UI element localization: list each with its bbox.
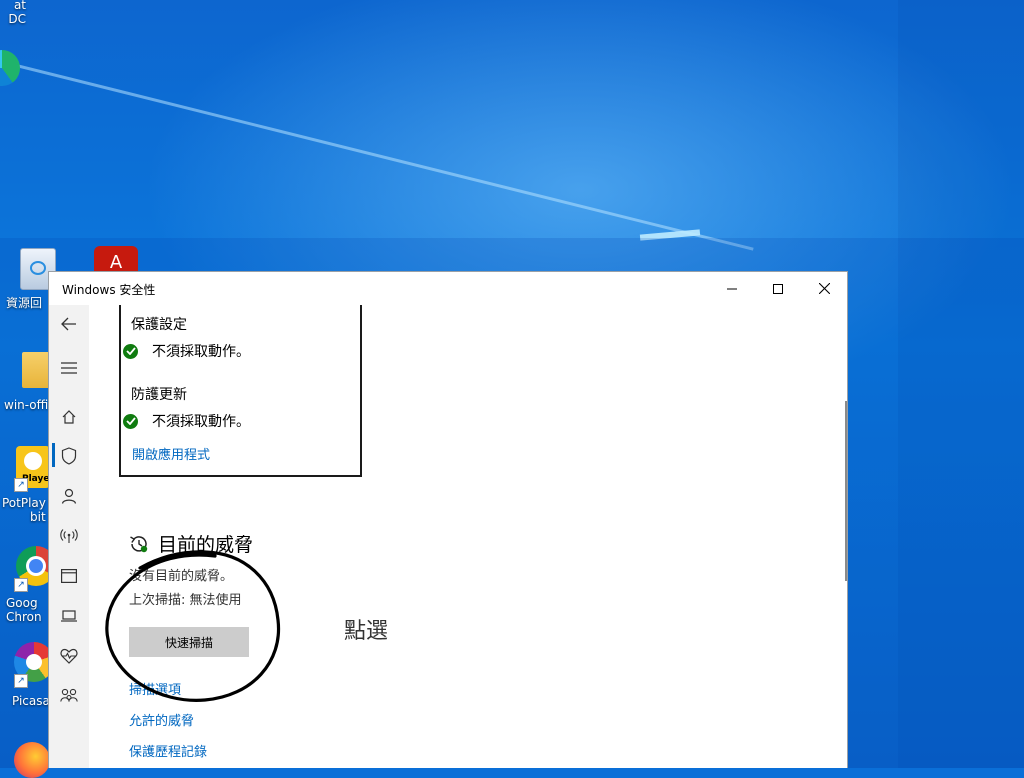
title-bar[interactable]: Windows 安全性 [49, 272, 847, 305]
shortcut-arrow-icon: ↗ [14, 478, 28, 492]
green-check-icon [123, 413, 138, 429]
maximize-icon [773, 283, 783, 294]
status-text: 不須採取動作。 [152, 344, 250, 360]
protection-updates-status: 不須採取動作。 [123, 411, 250, 431]
back-button[interactable] [49, 307, 89, 341]
vertical-scrollbar[interactable] [845, 401, 847, 581]
no-threats-text: 沒有目前的威脅。 [129, 569, 234, 584]
last-scan-text: 上次掃描: 無法使用 [129, 593, 242, 608]
scan-options-link[interactable]: 掃描選項 [129, 679, 181, 698]
protection-status-card: 保護設定 不須採取動作。 防護更新 不須採取動作。 開啟應用程式 [119, 305, 362, 477]
open-app-link[interactable]: 開啟應用程式 [132, 444, 210, 463]
current-threats-title: 目前的威脅 [158, 534, 254, 556]
active-indicator [52, 443, 55, 467]
home-icon [62, 410, 76, 424]
shortcut-arrow-icon: ↗ [14, 578, 28, 592]
protection-history-link[interactable]: 保護歷程記錄 [129, 741, 207, 760]
nav-item-family-options[interactable] [49, 679, 89, 713]
protection-settings-heading: 保護設定 [131, 317, 187, 333]
desktop-icon-acrobat-dc[interactable]: at DC [0, 0, 26, 26]
desktop-icon-acrobat-reader[interactable]: A [94, 246, 140, 276]
person-icon [61, 488, 77, 504]
main-content: 保護設定 不須採取動作。 防護更新 不須採取動作。 開啟應用程式 目前的威脅 沒… [89, 305, 847, 768]
back-arrow-icon [61, 317, 76, 331]
desktop-icon-label: 資源回 [6, 296, 43, 310]
maximize-button[interactable] [755, 272, 801, 305]
shield-icon [61, 447, 77, 465]
nav-item-device-performance[interactable] [49, 639, 89, 673]
minimize-button[interactable] [709, 272, 755, 305]
shortcut-arrow-icon: ↗ [14, 674, 28, 688]
nav-item-account-protection[interactable] [49, 479, 89, 513]
close-button[interactable] [801, 272, 847, 305]
nav-item-home[interactable] [49, 400, 89, 434]
heart-pulse-icon [60, 648, 78, 664]
nav-item-app-browser-control[interactable] [49, 559, 89, 593]
nav-item-firewall[interactable] [49, 519, 89, 553]
close-icon [818, 283, 830, 294]
firefox-icon [14, 742, 50, 778]
laptop-icon [61, 610, 77, 622]
annotation-click-label: 點選 [344, 619, 389, 644]
allowed-threats-link[interactable]: 允許的威脅 [129, 710, 194, 729]
window-title: Windows 安全性 [62, 283, 156, 297]
app-window-icon [61, 569, 77, 583]
green-check-icon [123, 343, 138, 359]
protection-settings-status: 不須採取動作。 [123, 341, 250, 361]
wireless-antenna-icon [60, 529, 78, 543]
minimize-icon [727, 288, 737, 289]
hamburger-icon [61, 362, 77, 374]
protection-updates-heading: 防護更新 [131, 387, 187, 403]
desktop-icon-label: at DC [8, 0, 26, 26]
nav-item-virus-protection[interactable] [49, 439, 89, 473]
family-icon [60, 688, 78, 702]
status-text: 不須採取動作。 [152, 414, 250, 430]
quick-scan-button[interactable]: 快速掃描 [129, 627, 249, 657]
menu-button[interactable] [49, 351, 89, 385]
history-scan-icon [130, 535, 148, 552]
current-threats-header: 目前的威脅 [128, 530, 253, 557]
desktop-icon-label: win-offi [4, 398, 49, 412]
nav-item-device-security[interactable] [49, 599, 89, 633]
navigation-rail [49, 305, 89, 768]
windows-security-window: Windows 安全性 保護設定 不須採取動作。 防護更新 不須採取動作。 開啟… [48, 271, 848, 768]
